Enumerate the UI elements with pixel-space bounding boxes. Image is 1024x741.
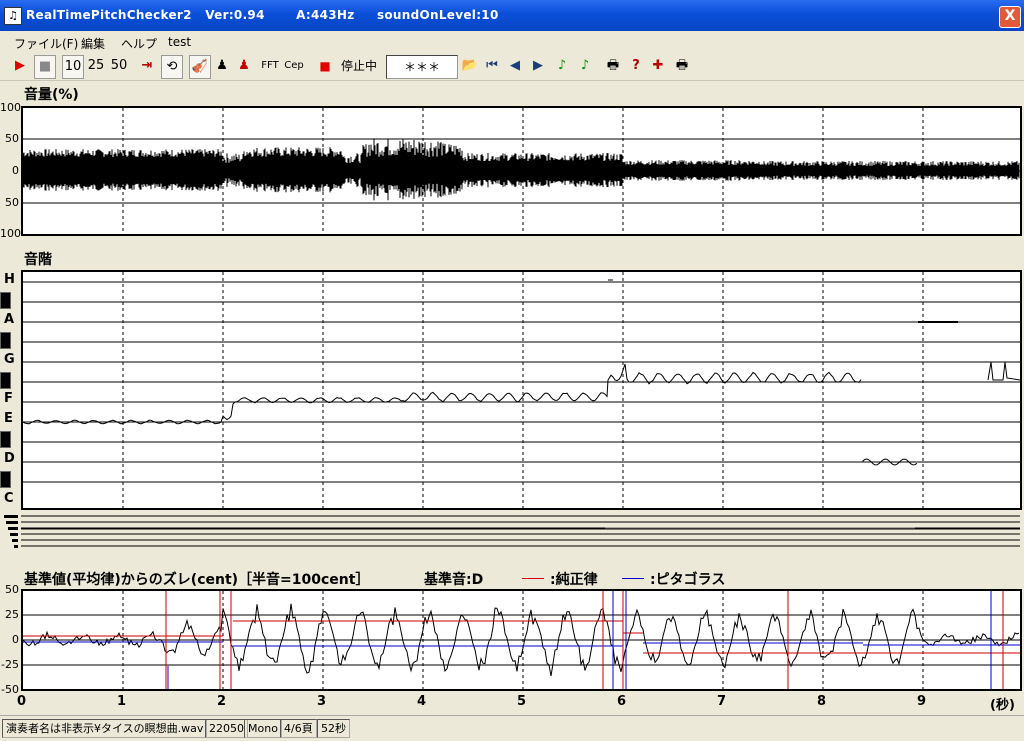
first-icon[interactable]: ⏮ — [483, 55, 501, 77]
note-label-e: E — [4, 411, 13, 426]
strip-key-icon — [4, 515, 18, 518]
strip-key-icon — [10, 533, 18, 536]
menu-file[interactable]: ファイル(F) — [14, 35, 78, 52]
strip-key-icon — [8, 527, 18, 530]
legend-pyth-label: :ピタゴラス — [650, 572, 726, 588]
deviation-ytick: 0 — [12, 633, 19, 646]
deviation-ytick: 25 — [5, 608, 19, 621]
record-icon[interactable]: ■ — [317, 55, 333, 77]
status-sample-rate: 22050 — [205, 719, 248, 738]
volume-ytick: 100 — [0, 101, 21, 114]
status-filename: 演奏者名は非表示¥タイスの瞑想曲.wav — [2, 719, 208, 738]
legend-just-label: :純正律 — [550, 572, 598, 588]
x-tick-label: 5 — [517, 694, 527, 709]
cep-button[interactable]: Cep — [283, 55, 305, 77]
deviation-trace — [23, 591, 1020, 689]
person-red-icon[interactable]: ♟ — [235, 55, 253, 77]
black-key-icon — [0, 431, 11, 448]
strip-key-icon — [6, 521, 18, 524]
volume-ytick: 50 — [5, 132, 19, 145]
pitch-trace-path — [987, 361, 1020, 381]
menu-help[interactable]: ヘルプ — [121, 35, 157, 52]
note-label-a: A — [4, 312, 15, 327]
next-icon[interactable]: ▶ — [529, 55, 547, 77]
note-label-d: D — [4, 451, 15, 466]
note-label-g: G — [4, 352, 15, 367]
x-tick-label: 6 — [617, 694, 627, 709]
volume-ytick: 100 — [0, 227, 21, 240]
x-tick-label: 7 — [717, 694, 727, 709]
toolbar: ▶ ■ 10 25 50 ⇥ ⟲ 🎻 ♟ ♟ FFT Cep ■ 停止中 ＊＊＊… — [0, 52, 1024, 81]
print-icon[interactable]: 🖶 — [603, 55, 623, 77]
deviation-ytick: 50 — [5, 583, 19, 596]
legend-just-swatch — [522, 578, 544, 579]
status-label: 停止中 — [340, 59, 377, 73]
window-title: RealTimePitchChecker2 Ver:0.94 A:443Hz s… — [26, 8, 499, 22]
x-tick-label: 0 — [17, 694, 27, 709]
note-icon[interactable]: ♪ — [553, 55, 571, 77]
fft-button[interactable]: FFT — [259, 55, 281, 77]
title-bar: ♫ RealTimePitchChecker2 Ver:0.94 A:443Hz… — [0, 0, 1024, 31]
x-tick-label: 2 — [217, 694, 227, 709]
menu-bar: ファイル(F) 編集 ヘルプ test — [0, 31, 1024, 52]
deviation-plot[interactable] — [21, 589, 1022, 691]
note-alt-icon[interactable]: ♪ — [576, 55, 594, 77]
black-key-icon — [0, 372, 11, 389]
black-key-icon — [0, 471, 11, 488]
prev-icon[interactable]: ◀ — [506, 55, 524, 77]
volume-panel-label: 音量(%) — [24, 87, 79, 103]
x-tick-label: 1 — [117, 694, 127, 709]
cursor-icon[interactable]: ✚ — [649, 55, 667, 77]
x-axis-unit: (秒) — [990, 698, 1015, 713]
scale-panel-label: 音階 — [24, 252, 52, 268]
volume-waveform — [23, 108, 1020, 234]
volume-ytick: 0 — [12, 164, 19, 177]
status-page: 4/6頁 — [280, 719, 317, 738]
volume-ytick: 50 — [5, 196, 19, 209]
pitch-trace — [23, 272, 1020, 508]
legend-pyth-swatch — [622, 578, 644, 579]
app-icon: ♫ — [4, 7, 22, 25]
note-label-h: H — [4, 272, 15, 287]
black-key-icon — [0, 332, 11, 349]
deviation-ytick: -25 — [1, 658, 19, 671]
note-strip — [4, 515, 1020, 548]
note-label-c: C — [4, 491, 14, 506]
violin-icon[interactable]: 🎻 — [189, 55, 211, 79]
scale-plot[interactable] — [21, 270, 1022, 510]
volume-waveform-path — [23, 138, 1020, 201]
pitch-trace-path — [862, 458, 918, 466]
pitch-trace-path — [23, 363, 862, 425]
x-tick-label: 4 — [417, 694, 427, 709]
status-duration: 52秒 — [317, 719, 350, 738]
x-tick-label: 3 — [317, 694, 327, 709]
person-icon[interactable]: ♟ — [213, 55, 231, 77]
note-label-f: F — [4, 391, 13, 406]
close-button[interactable]: X — [999, 6, 1021, 28]
print-setup-icon[interactable]: 🖶 — [672, 55, 692, 77]
base-tone-label: 基準音:D — [424, 572, 484, 588]
status-bar: 演奏者名は非表示¥タイスの瞑想曲.wav 22050 Mono 4/6頁 52秒 — [0, 715, 1024, 741]
display-field: ＊＊＊ — [386, 55, 458, 79]
zoom-10-button[interactable]: 10 — [62, 55, 84, 79]
strip-key-icon — [12, 539, 18, 542]
volume-plot[interactable] — [21, 106, 1022, 236]
black-key-icon — [0, 292, 11, 309]
menu-edit[interactable]: 編集 — [81, 35, 105, 52]
to-end-icon[interactable]: ⇥ — [137, 55, 157, 77]
x-tick-label: 9 — [917, 694, 927, 709]
zoom-25-button[interactable]: 25 — [86, 55, 106, 77]
play-icon[interactable]: ▶ — [10, 55, 30, 77]
open-folder-icon[interactable]: 📂 — [460, 55, 480, 77]
strip-key-icon — [14, 545, 18, 548]
help-icon[interactable]: ? — [627, 55, 645, 77]
menu-test[interactable]: test — [168, 35, 191, 49]
deviation-panel-label: 基準値(平均律)からのズレ(cent)［半音=100cent］ — [24, 572, 370, 588]
pythagorean-line — [23, 641, 1020, 647]
x-tick-label: 8 — [817, 694, 827, 709]
repeat-icon[interactable]: ⟲ — [161, 55, 183, 79]
stop-icon[interactable]: ■ — [34, 55, 56, 79]
zoom-50-button[interactable]: 50 — [109, 55, 129, 77]
status-channel: Mono — [244, 719, 282, 738]
